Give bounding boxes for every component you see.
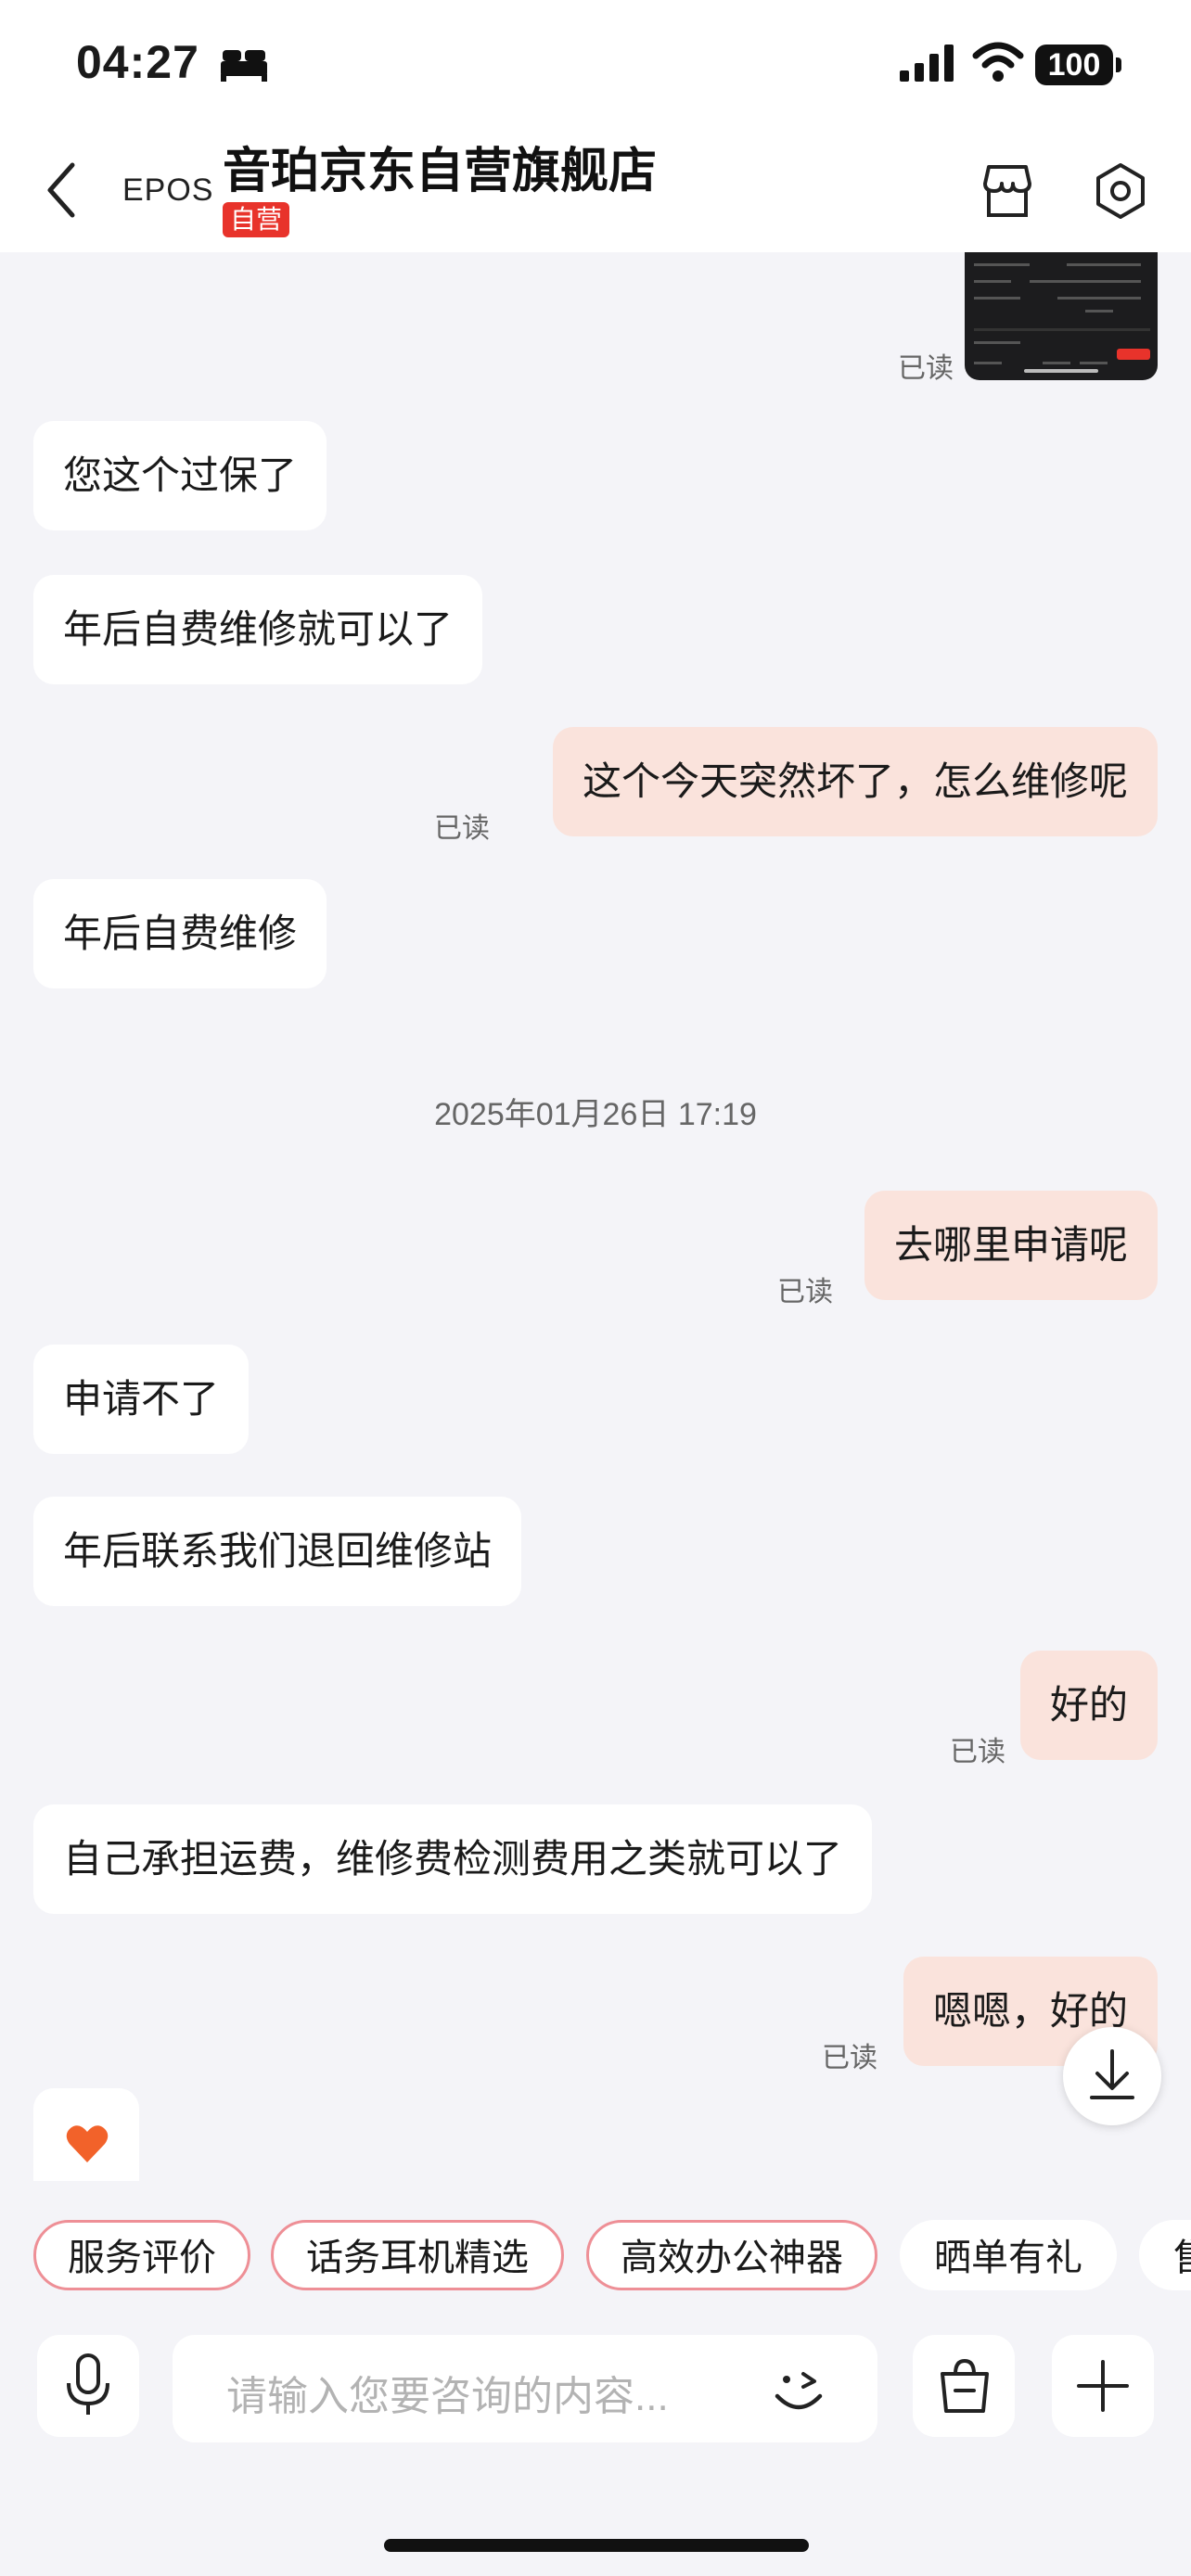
message-bubble-incoming[interactable]: 申请不了 bbox=[33, 1345, 250, 1454]
read-receipt: 已读 bbox=[434, 813, 490, 844]
self-operated-badge: 自营 bbox=[223, 202, 290, 237]
wifi-icon bbox=[972, 42, 1024, 82]
heart-icon bbox=[66, 2125, 109, 2162]
chat-area[interactable]: 已读 您这个过保了 年后自费维修就可以了 已读 这个今天突然坏了，怎么维修呢 年… bbox=[0, 252, 1191, 2181]
battery-cap bbox=[1116, 57, 1121, 72]
read-receipt: 已读 bbox=[898, 353, 954, 384]
plus-icon bbox=[1077, 2360, 1129, 2412]
emoji-icon[interactable] bbox=[766, 2357, 831, 2422]
microphone-icon bbox=[67, 2353, 109, 2415]
product-button[interactable] bbox=[913, 2335, 1015, 2437]
message-bubble-incoming[interactable]: 年后联系我们退回维修站 bbox=[33, 1497, 522, 1606]
message-bubble-incoming[interactable]: 年后自费维修就可以了 bbox=[33, 575, 483, 684]
screenshot-thumbnail[interactable] bbox=[965, 252, 1158, 380]
emoji-message-bubble[interactable] bbox=[33, 2088, 139, 2181]
download-arrow-icon bbox=[1090, 2049, 1134, 2099]
settings-icon[interactable] bbox=[1091, 161, 1150, 221]
quick-reply-bar: 服务评价 话务耳机精选 高效办公神器 晒单有礼 售 bbox=[0, 2181, 1191, 2302]
read-receipt: 已读 bbox=[950, 1737, 1005, 1767]
message-input[interactable]: 请输入您要咨询的内容... bbox=[173, 2335, 877, 2442]
quick-reply-chip[interactable]: 晒单有礼 bbox=[900, 2220, 1117, 2290]
more-options-button[interactable] bbox=[1052, 2335, 1154, 2437]
store-title[interactable]: 音珀京东自营旗舰店 bbox=[223, 132, 657, 201]
quick-reply-chip[interactable]: 服务评价 bbox=[33, 2220, 250, 2290]
message-bubble-incoming[interactable]: 自己承担运费，维修费检测费用之类就可以了 bbox=[33, 1804, 873, 1914]
message-bubble-outgoing[interactable]: 去哪里申请呢 bbox=[864, 1191, 1158, 1300]
voice-button[interactable] bbox=[37, 2335, 139, 2437]
chat-timestamp: 2025年01月26日 17:19 bbox=[434, 1097, 757, 1132]
message-bubble-outgoing[interactable]: 这个今天突然坏了，怎么维修呢 bbox=[552, 727, 1158, 836]
store-icon[interactable] bbox=[978, 161, 1037, 221]
home-indicator bbox=[384, 2539, 809, 2552]
quick-reply-chip[interactable]: 高效办公神器 bbox=[586, 2220, 877, 2290]
brand-logo[interactable]: EPOS bbox=[122, 172, 213, 209]
read-receipt: 已读 bbox=[822, 2043, 877, 2073]
cellular-signal-icon bbox=[900, 45, 954, 82]
message-bubble-incoming[interactable]: 您这个过保了 bbox=[33, 421, 327, 530]
input-bar: 请输入您要咨询的内容... bbox=[0, 2302, 1191, 2576]
message-bubble-outgoing[interactable]: 好的 bbox=[1019, 1651, 1158, 1760]
input-placeholder: 请输入您要咨询的内容... bbox=[226, 2374, 669, 2419]
sleep-mode-icon bbox=[221, 50, 267, 82]
scroll-to-bottom-button[interactable] bbox=[1063, 2027, 1161, 2125]
top-bar: 04:27 100 EPOS 音珀京东自营旗舰店 自营 bbox=[0, 0, 1191, 252]
quick-reply-chip[interactable]: 售 bbox=[1139, 2220, 1191, 2290]
back-arrow-icon[interactable] bbox=[43, 158, 80, 223]
status-time: 04:27 bbox=[76, 36, 199, 88]
battery-indicator: 100 bbox=[1035, 45, 1113, 85]
quick-reply-chip[interactable]: 话务耳机精选 bbox=[271, 2220, 564, 2290]
shopping-bag-icon bbox=[941, 2358, 989, 2413]
message-bubble-incoming[interactable]: 年后自费维修 bbox=[33, 879, 327, 988]
read-receipt: 已读 bbox=[777, 1277, 833, 1307]
